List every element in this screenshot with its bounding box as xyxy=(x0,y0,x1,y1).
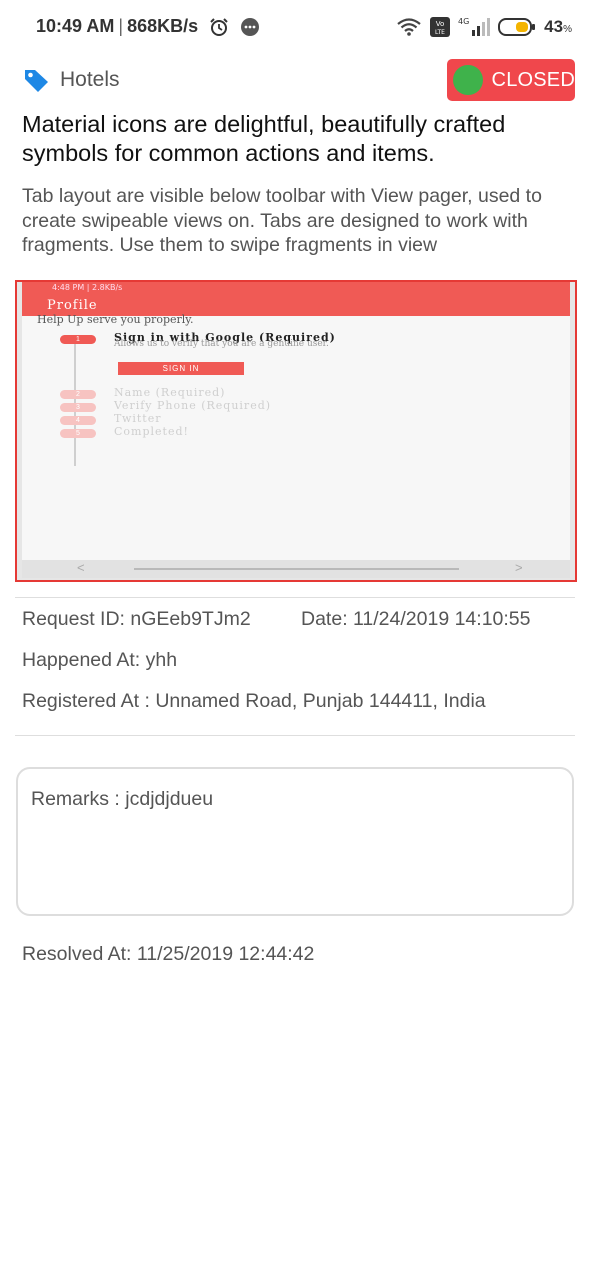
thumb-step-number: 2 xyxy=(60,390,96,399)
network-speed: 868KB/s xyxy=(127,16,199,36)
status-left: 10:49 AM | 868KB/s xyxy=(36,16,260,37)
wifi-icon xyxy=(397,18,421,36)
request-date: Date: 11/24/2019 14:10:55 xyxy=(301,608,531,630)
thumb-step-description: Allows us to verify that you are a genui… xyxy=(114,339,329,349)
status-separator: | xyxy=(118,16,124,36)
signal-icon: 4G xyxy=(458,17,491,36)
thumb-status-bar: 4:48 PM | 2.8KB/s xyxy=(22,282,570,296)
happened-at: Happened At: yhh xyxy=(22,649,178,671)
attachment-image[interactable]: 4:48 PM | 2.8KB/s Profile Help Up serve … xyxy=(15,280,577,582)
complaint-title: Material icons are delightful, beautiful… xyxy=(22,111,506,166)
category-label: Hotels xyxy=(60,68,120,91)
status-label: CLOSED xyxy=(491,68,575,91)
thumb-step-number: 5 xyxy=(60,429,96,438)
thumb-step-label: Completed! xyxy=(114,425,189,438)
thumb-content: Help Up serve you properly. 1 Sign in wi… xyxy=(22,313,570,560)
remarks-box: Remarks : jcdjdjdueu xyxy=(16,767,574,916)
divider xyxy=(15,597,575,598)
svg-text:Vo: Vo xyxy=(436,20,445,28)
battery-icon xyxy=(498,18,536,36)
thumb-subtitle: Help Up serve you properly. xyxy=(37,313,194,326)
thumb-nav-bar: < > xyxy=(22,560,570,578)
battery-percent: 43% xyxy=(544,17,572,36)
thumb-toolbar-title: Profile xyxy=(47,298,98,313)
thumb-home-bar xyxy=(134,568,459,570)
status-right: Vo LTE 4G 43% xyxy=(396,14,572,40)
thumb-back-arrow: < xyxy=(77,560,85,575)
divider xyxy=(15,735,575,736)
thumb-sign-in-button: SIGN IN xyxy=(118,362,244,375)
message-bubble-icon xyxy=(241,18,260,37)
thumb-stepper-line xyxy=(74,338,76,466)
registered-at: Registered At : Unnamed Road, Punjab 144… xyxy=(22,690,486,712)
label-tag-icon xyxy=(25,70,48,92)
resolved-at: Resolved At: 11/25/2019 12:44:42 xyxy=(22,943,315,965)
svg-text:4G: 4G xyxy=(458,17,469,26)
svg-text:LTE: LTE xyxy=(435,29,445,36)
status-bar: 10:49 AM | 868KB/s Vo LTE 4G 43% xyxy=(0,0,590,56)
status-badge: CLOSED xyxy=(447,59,575,101)
thumb-step-number: 1 xyxy=(60,335,96,344)
thumb-forward-arrow: > xyxy=(515,560,523,575)
thumb-step-number: 3 xyxy=(60,403,96,412)
remarks-text: Remarks : jcdjdjdueu xyxy=(31,788,214,810)
thumb-step-number: 4 xyxy=(60,416,96,425)
volte-badge-icon: Vo LTE xyxy=(430,17,451,37)
complaint-description: Tab layout are visible below toolbar wit… xyxy=(22,185,542,256)
status-dot xyxy=(453,65,483,95)
request-id: Request ID: nGEeb9TJm2 xyxy=(22,608,251,630)
category: Hotels xyxy=(22,66,120,94)
alarm-icon xyxy=(210,18,228,37)
thumb-step-label: Twitter xyxy=(114,412,162,425)
thumb-step-label: Verify Phone (Required) xyxy=(114,399,272,412)
status-time: 10:49 AM xyxy=(36,16,115,36)
thumb-step-label: Name (Required) xyxy=(114,386,226,399)
